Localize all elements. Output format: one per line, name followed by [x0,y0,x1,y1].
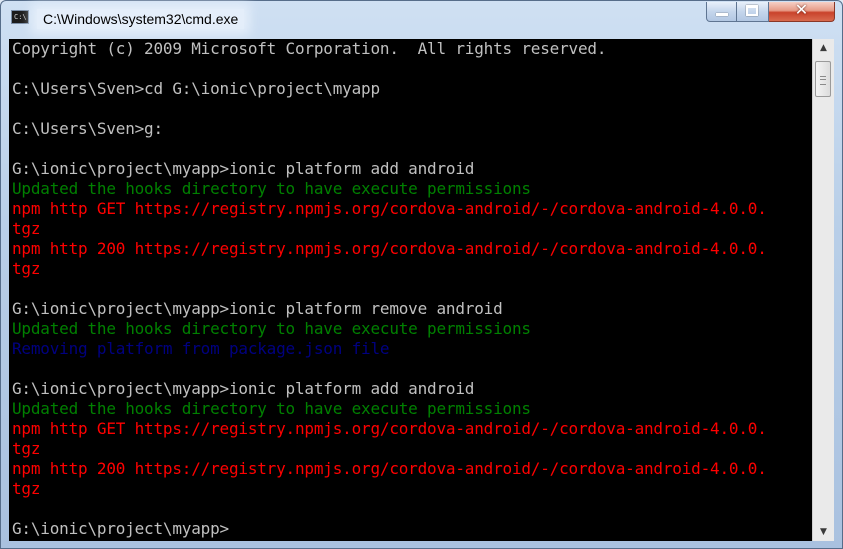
console-line: Copyright (c) 2009 Microsoft Corporation… [12,39,607,58]
cmd-window: C:\ C:\Windows\system32\cmd.exe ✕ Copyri… [0,0,843,549]
console-line: npm http GET https://registry.npmjs.org/… [12,199,767,218]
vertical-scrollbar[interactable]: ▲ ▼ [812,39,834,541]
console-output[interactable]: Copyright (c) 2009 Microsoft Corporation… [9,39,812,541]
console-line: tgz [12,439,41,458]
window-title: C:\Windows\system32\cmd.exe [37,9,245,29]
console-line: G:\ionic\project\myapp>ionic platform re… [12,299,503,318]
title-bar[interactable]: C:\ C:\Windows\system32\cmd.exe ✕ [1,0,842,35]
console-line: G:\ionic\project\myapp>ionic platform ad… [12,379,475,398]
scroll-down-button[interactable]: ▼ [814,523,833,541]
console-line: tgz [12,219,41,238]
console-line: Updated the hooks directory to have exec… [12,399,531,418]
console-line: G:\ionic\project\myapp> [12,519,229,538]
scroll-up-arrow-icon: ▲ [820,43,827,53]
console-line: npm http 200 https://registry.npmjs.org/… [12,239,767,258]
console-line: npm http GET https://registry.npmjs.org/… [12,419,767,438]
scroll-up-button[interactable]: ▲ [814,39,833,57]
close-icon: ✕ [794,0,809,19]
cmd-icon[interactable]: C:\ [11,10,29,24]
console-line: tgz [12,479,41,498]
scrollbar-grip-icon [820,76,826,85]
console-line: Updated the hooks directory to have exec… [12,179,531,198]
close-button[interactable]: ✕ [769,0,835,22]
console-lines: Copyright (c) 2009 Microsoft Corporation… [12,39,767,539]
console-line: tgz [12,259,41,278]
scrollbar-thumb[interactable] [815,61,831,97]
maximize-icon [746,5,758,16]
console-line: Updated the hooks directory to have exec… [12,319,531,338]
scroll-down-arrow-icon: ▼ [820,527,827,537]
console-line: C:\Users\Sven>g: [12,119,163,138]
minimize-button[interactable] [706,2,737,22]
console-line: Removing platform from package.json file [12,339,390,358]
console-line: C:\Users\Sven>cd G:\ionic\project\myapp [12,79,380,98]
minimize-icon [716,13,728,16]
console-line: G:\ionic\project\myapp>ionic platform ad… [12,159,475,178]
maximize-button[interactable] [737,2,769,22]
console-line: npm http 200 https://registry.npmjs.org/… [12,459,767,478]
